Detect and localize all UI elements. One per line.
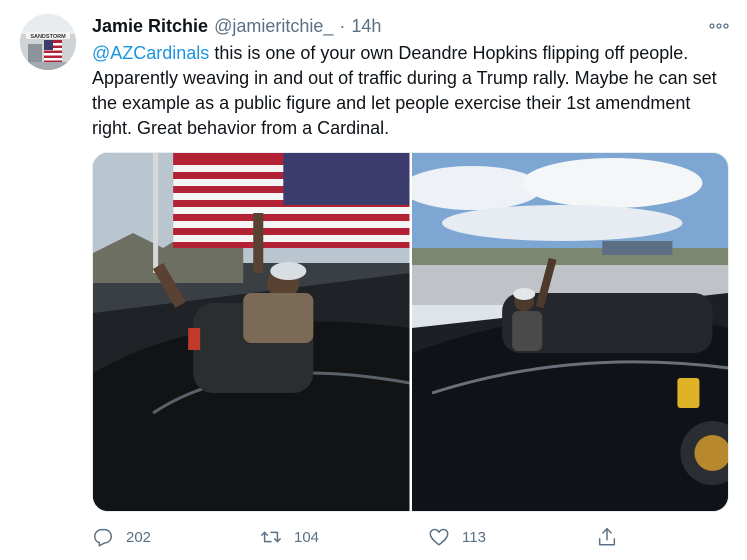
tweet-text: @AZCardinals this is one of your own Dea… <box>92 41 732 141</box>
share-icon <box>598 528 616 546</box>
retweet-button[interactable]: 104 <box>260 526 319 548</box>
mention-link[interactable]: @AZCardinals <box>92 43 209 63</box>
avatar-sign-text: SANDSTORM <box>30 34 66 40</box>
more-dots-icon <box>709 23 729 29</box>
photo-right-image <box>411 153 728 511</box>
tweet-timestamp[interactable]: 14h <box>351 14 381 38</box>
reply-icon <box>94 528 112 547</box>
avatar[interactable]: SANDSTORM <box>20 14 76 70</box>
user-handle[interactable]: @jamieritchie_ <box>214 14 333 38</box>
reply-count: 202 <box>126 528 152 546</box>
share-button[interactable] <box>596 526 630 548</box>
photo-left-image <box>93 153 410 511</box>
media-grid <box>92 152 729 512</box>
retweet-count: 104 <box>294 528 320 546</box>
tweet-header: Jamie Ritchie @jamieritchie_ · 14h <box>92 14 731 38</box>
heart-icon <box>429 528 449 546</box>
like-button[interactable]: 113 <box>428 526 486 548</box>
flag-shape <box>173 153 410 248</box>
photo-left[interactable] <box>93 153 410 511</box>
user-name[interactable]: Jamie Ritchie <box>92 14 208 38</box>
more-options-button[interactable] <box>707 14 731 38</box>
retweet-icon <box>261 531 281 543</box>
like-count: 113 <box>462 528 486 546</box>
separator-dot: · <box>339 16 346 36</box>
photo-right[interactable] <box>411 153 728 511</box>
avatar-image: SANDSTORM <box>20 14 76 70</box>
reply-button[interactable]: 202 <box>92 526 151 548</box>
tweet: SANDSTORM Jamie Ritchie @jamieritchie_ ·… <box>0 0 747 560</box>
action-bar: 202 104 113 <box>92 522 632 552</box>
